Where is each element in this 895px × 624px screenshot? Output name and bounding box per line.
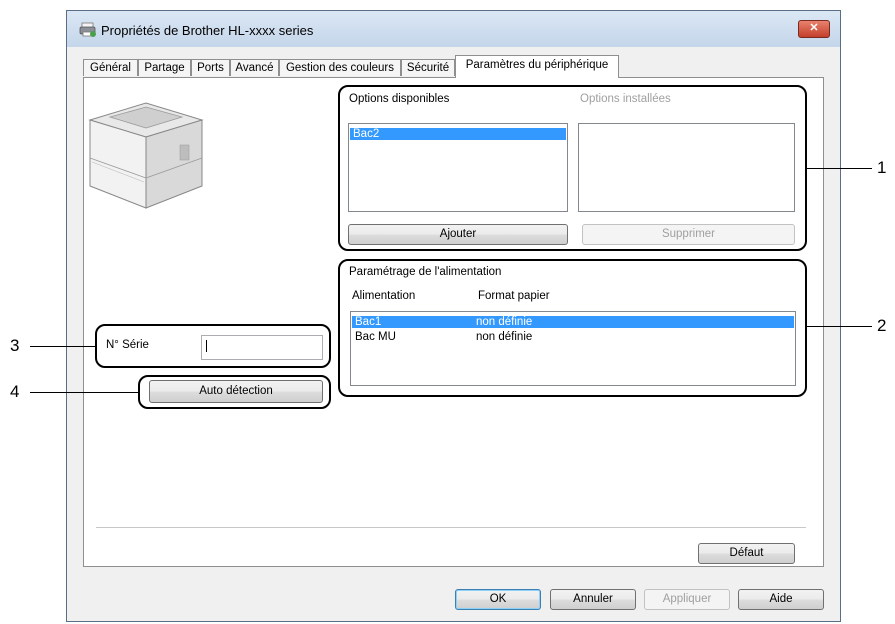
window-title: Propriétés de Brother HL-xxxx series — [101, 23, 314, 38]
tab-securite[interactable]: Sécurité — [401, 59, 455, 76]
help-button[interactable]: Aide — [738, 589, 824, 610]
tab-partage[interactable]: Partage — [138, 59, 191, 76]
bottom-separator — [96, 527, 806, 528]
default-button[interactable]: Défaut — [698, 543, 795, 564]
close-icon: ✕ — [809, 22, 819, 34]
close-button[interactable]: ✕ — [798, 20, 830, 38]
cancel-button[interactable]: Annuler — [550, 589, 636, 610]
tab-avance[interactable]: Avancé — [230, 59, 279, 76]
callout-box-1 — [338, 85, 807, 251]
callout-leader-2 — [807, 326, 872, 327]
callout-number-4: 4 — [10, 382, 20, 401]
callout-leader-4 — [30, 392, 138, 393]
tab-ports[interactable]: Ports — [191, 59, 230, 76]
ok-button[interactable]: OK — [455, 589, 541, 610]
printer-image — [88, 102, 204, 209]
title-bar[interactable]: Propriétés de Brother HL-xxxx series ✕ — [67, 11, 840, 47]
callout-box-3 — [95, 324, 331, 368]
tab-general[interactable]: Général — [83, 59, 138, 76]
tab-parametres-peripherique[interactable]: Paramètres du périphérique — [455, 55, 619, 78]
callout-leader-1 — [807, 168, 872, 169]
callout-box-2 — [338, 259, 807, 397]
callout-leader-3 — [30, 346, 95, 347]
callout-number-2: 2 — [877, 316, 887, 335]
apply-button[interactable]: Appliquer — [644, 589, 730, 610]
callout-number-1: 1 — [877, 158, 887, 177]
tab-gestion-couleurs[interactable]: Gestion des couleurs — [279, 59, 401, 76]
callout-number-3: 3 — [10, 336, 20, 355]
printer-app-icon — [79, 22, 96, 37]
callout-box-4 — [138, 375, 331, 409]
